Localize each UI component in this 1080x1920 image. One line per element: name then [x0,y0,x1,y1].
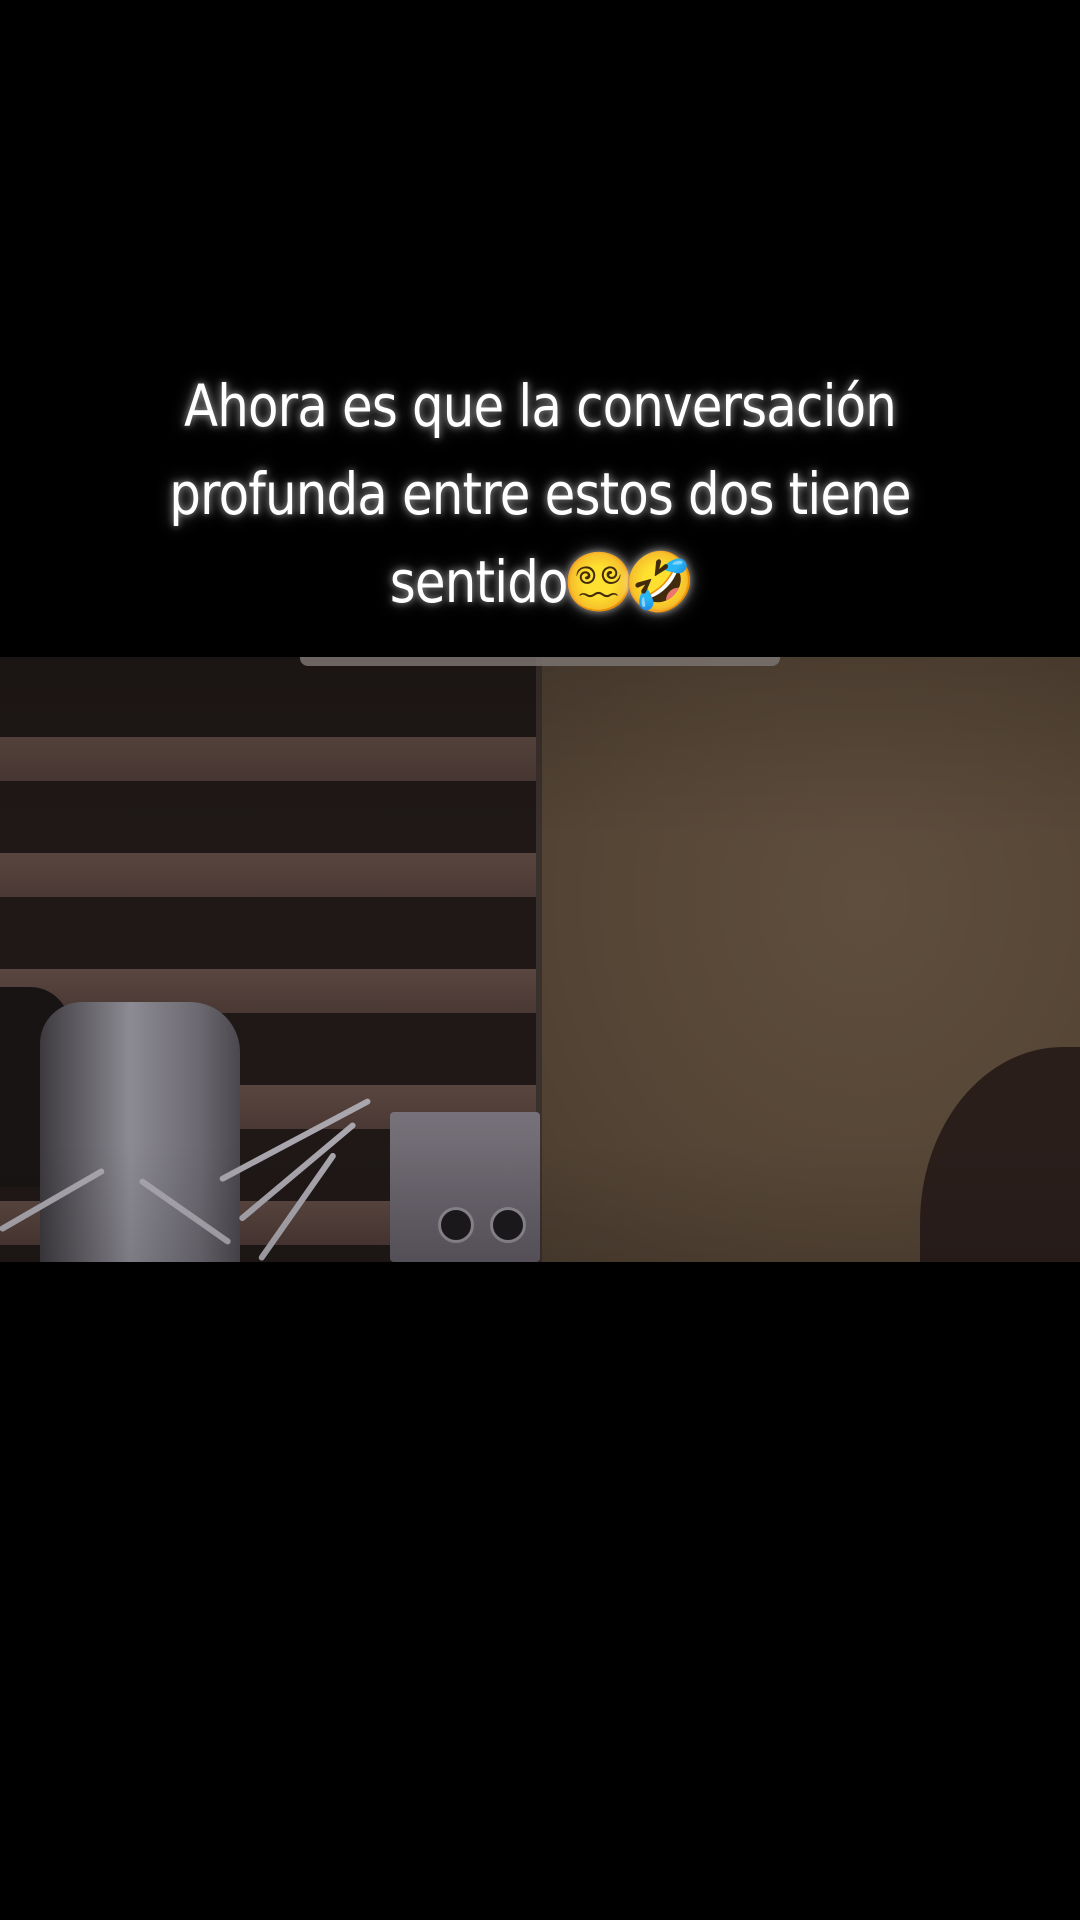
microphone-icon [40,1002,240,1262]
caption-line-3: sentido😵‍💫🤣 [127,538,953,626]
video-caption: Ahora es que la conversación profunda en… [127,362,953,626]
rolling-laughing-emoji-icon: 🤣 [624,548,696,616]
video-frame[interactable] [0,657,1080,1262]
caption-line-2: profunda entre estos dos tiene [169,460,911,528]
caption-line-1: Ahora es que la conversación [184,372,897,440]
caption-line-3-text: sentido [389,548,569,616]
audio-interface [390,1112,540,1262]
video-top-edge [300,657,780,666]
video-player[interactable]: Ahora es que la conversación profunda en… [0,0,1080,1920]
